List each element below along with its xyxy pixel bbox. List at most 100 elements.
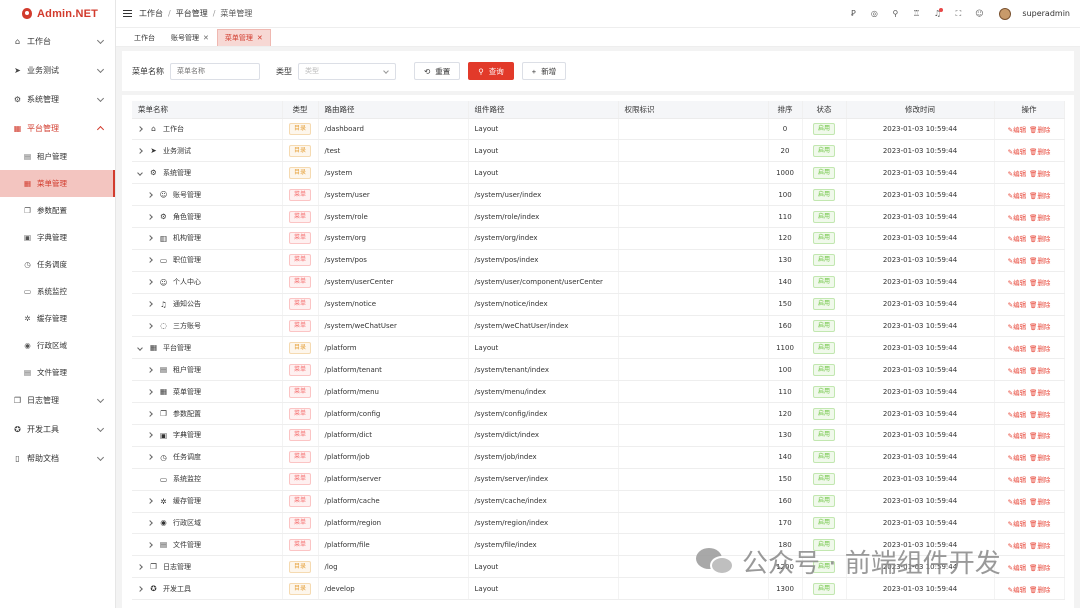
sidebar-item-system[interactable]: ⚙ 系统管理 (0, 85, 115, 114)
chevron-right-icon[interactable] (137, 147, 143, 154)
chevron-down-icon[interactable] (137, 345, 143, 351)
chevron-down-icon[interactable] (137, 169, 143, 176)
chevron-right-icon[interactable] (147, 257, 153, 264)
chevron-right-icon[interactable] (147, 410, 153, 417)
chevron-right-icon[interactable] (137, 563, 143, 570)
chevron-right-icon[interactable] (147, 301, 153, 307)
sidebar-item-platform[interactable]: ▦ 平台管理 (0, 114, 115, 143)
sidebar-subitem[interactable]: ▤ 租户管理 (0, 143, 115, 170)
edit-button[interactable]: ✎编辑 (1008, 233, 1026, 243)
reset-button[interactable]: ⟲ 重置 (414, 62, 461, 80)
delete-button[interactable]: 🗑删除 (1029, 124, 1050, 134)
tab-dashboard[interactable]: 工作台 (126, 29, 163, 46)
translate-icon[interactable]: Ꝑ (848, 9, 858, 18)
delete-button[interactable]: 🗑删除 (1029, 343, 1050, 353)
edit-button[interactable]: ✎编辑 (1008, 255, 1026, 265)
edit-button[interactable]: ✎编辑 (1008, 584, 1026, 594)
chevron-right-icon[interactable] (137, 585, 143, 592)
chevron-right-icon[interactable] (147, 366, 153, 373)
chevron-right-icon[interactable] (147, 388, 153, 395)
chevron-right-icon[interactable] (147, 542, 153, 548)
search-icon[interactable]: ⚲ (890, 9, 900, 18)
sidebar-subitem[interactable]: ◷ 任务调度 (0, 251, 115, 278)
edit-button[interactable]: ✎编辑 (1008, 124, 1026, 134)
edit-button[interactable]: ✎编辑 (1008, 496, 1026, 506)
sidebar-item-test[interactable]: ➤ 业务测试 (0, 56, 115, 85)
close-icon[interactable]: ✕ (203, 34, 209, 42)
edit-button[interactable]: ✎编辑 (1008, 409, 1026, 419)
edit-button[interactable]: ✎编辑 (1008, 540, 1026, 550)
edit-button[interactable]: ✎编辑 (1008, 343, 1026, 353)
chevron-right-icon[interactable] (147, 235, 153, 242)
sidebar-subitem[interactable]: ▭ 系统监控 (0, 278, 115, 305)
chevron-right-icon[interactable] (147, 191, 153, 198)
delete-button[interactable]: 🗑删除 (1029, 321, 1050, 331)
edit-button[interactable]: ✎编辑 (1008, 518, 1026, 528)
edit-button[interactable]: ✎编辑 (1008, 321, 1026, 331)
sidebar-item[interactable]: ✪ 开发工具 (0, 415, 115, 444)
menu-toggle-icon[interactable] (123, 10, 132, 17)
close-icon[interactable]: ✕ (257, 34, 263, 42)
fullscreen-icon[interactable]: ⛶ (953, 9, 963, 19)
type-select[interactable]: 类型 (298, 62, 396, 80)
chevron-right-icon[interactable] (147, 454, 153, 461)
chevron-right-icon[interactable] (147, 279, 153, 286)
delete-button[interactable]: 🗑删除 (1029, 365, 1050, 375)
app-logo[interactable]: Admin.NET (0, 0, 115, 27)
tab-menu[interactable]: 菜单管理 ✕ (216, 29, 271, 46)
delete-button[interactable]: 🗑删除 (1029, 233, 1050, 243)
sidebar-subitem[interactable]: ▦ 菜单管理 (0, 170, 115, 197)
sidebar-subitem[interactable]: ▤ 文件管理 (0, 359, 115, 386)
edit-button[interactable]: ✎编辑 (1008, 212, 1026, 222)
delete-button[interactable]: 🗑删除 (1029, 212, 1050, 222)
delete-button[interactable]: 🗑删除 (1029, 430, 1050, 440)
sidebar-subitem[interactable]: ✲ 缓存管理 (0, 305, 115, 332)
delete-button[interactable]: 🗑删除 (1029, 190, 1050, 200)
edit-button[interactable]: ✎编辑 (1008, 430, 1026, 440)
sidebar-item-dashboard[interactable]: ⌂ 工作台 (0, 27, 115, 56)
delete-button[interactable]: 🗑删除 (1029, 409, 1050, 419)
chevron-right-icon[interactable] (147, 498, 153, 504)
delete-button[interactable]: 🗑删除 (1029, 540, 1050, 550)
delete-button[interactable]: 🗑删除 (1029, 474, 1050, 484)
delete-button[interactable]: 🗑删除 (1029, 562, 1050, 572)
add-button[interactable]: + 新增 (521, 62, 567, 80)
edit-button[interactable]: ✎编辑 (1008, 299, 1026, 309)
chevron-right-icon[interactable] (147, 432, 153, 439)
edit-button[interactable]: ✎编辑 (1008, 277, 1026, 287)
delete-button[interactable]: 🗑删除 (1029, 584, 1050, 594)
user-icon[interactable]: ☺ (974, 9, 984, 18)
menu-name-input[interactable] (170, 62, 260, 80)
delete-button[interactable]: 🗑删除 (1029, 168, 1050, 178)
edit-button[interactable]: ✎编辑 (1008, 168, 1026, 178)
breadcrumb-item[interactable]: 平台管理 (176, 8, 208, 19)
delete-button[interactable]: 🗑删除 (1029, 146, 1050, 156)
delete-button[interactable]: 🗑删除 (1029, 387, 1050, 397)
edit-button[interactable]: ✎编辑 (1008, 474, 1026, 484)
delete-button[interactable]: 🗑删除 (1029, 452, 1050, 462)
username[interactable]: superadmin (1022, 9, 1070, 18)
delete-button[interactable]: 🗑删除 (1029, 255, 1050, 265)
edit-button[interactable]: ✎编辑 (1008, 387, 1026, 397)
query-button[interactable]: ⚲ 查询 (468, 62, 514, 80)
edit-button[interactable]: ✎编辑 (1008, 190, 1026, 200)
delete-button[interactable]: 🗑删除 (1029, 277, 1050, 287)
sidebar-subitem[interactable]: ❐ 参数配置 (0, 197, 115, 224)
sidebar-subitem[interactable]: ◉ 行政区域 (0, 332, 115, 359)
shirt-icon[interactable]: ♖ (911, 9, 921, 18)
delete-button[interactable]: 🗑删除 (1029, 518, 1050, 528)
avatar[interactable] (999, 7, 1012, 20)
chevron-right-icon[interactable] (147, 323, 153, 329)
target-icon[interactable]: ◎ (869, 9, 879, 18)
bell-icon[interactable]: ♫ (932, 8, 944, 18)
breadcrumb-item[interactable]: 工作台 (139, 8, 163, 19)
sidebar-item[interactable]: ▯ 帮助文档 (0, 444, 115, 473)
edit-button[interactable]: ✎编辑 (1008, 562, 1026, 572)
chevron-right-icon[interactable] (147, 213, 153, 220)
chevron-right-icon[interactable] (137, 126, 143, 132)
chevron-right-icon[interactable] (147, 520, 153, 526)
tab-account[interactable]: 账号管理 ✕ (163, 29, 217, 46)
edit-button[interactable]: ✎编辑 (1008, 146, 1026, 156)
edit-button[interactable]: ✎编辑 (1008, 452, 1026, 462)
delete-button[interactable]: 🗑删除 (1029, 496, 1050, 506)
